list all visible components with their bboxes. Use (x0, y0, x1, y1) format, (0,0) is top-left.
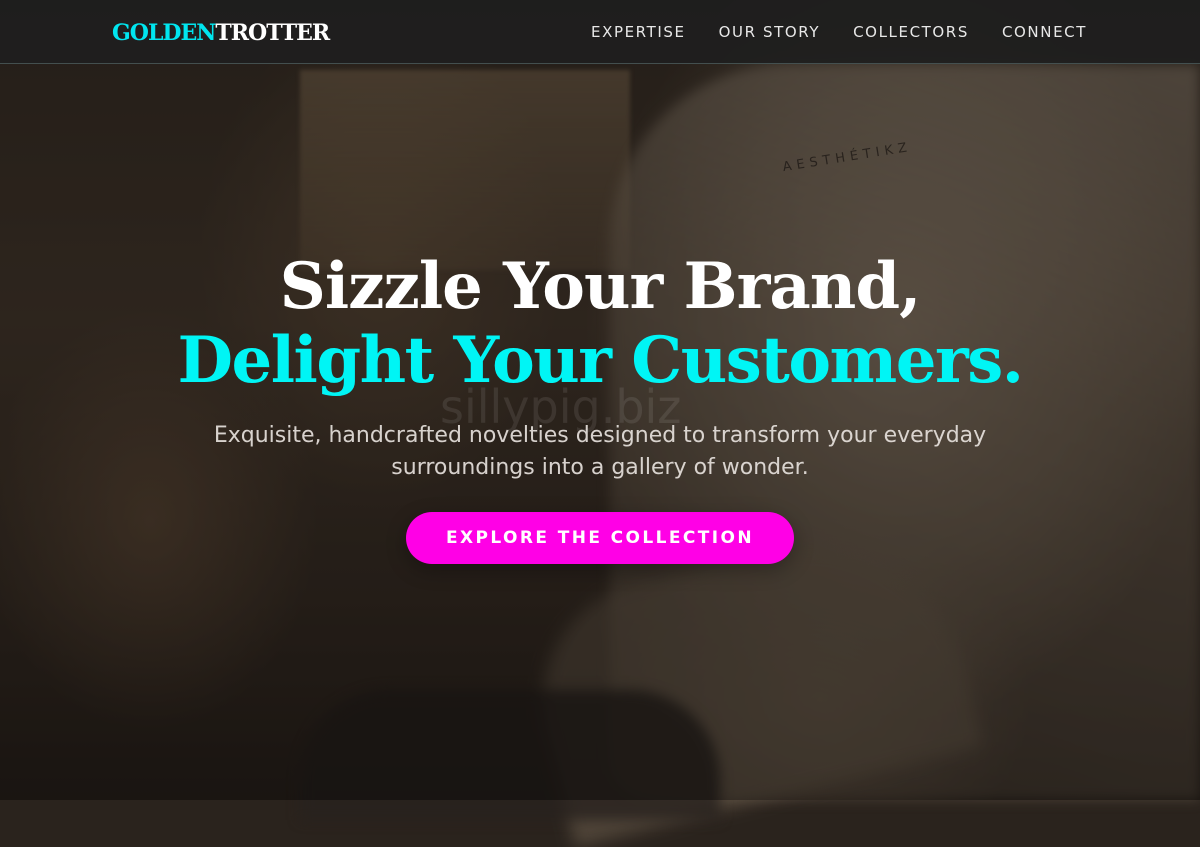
hero-headline-line2: Delight Your Customers. (177, 323, 1024, 398)
logo-golden: GOLDEN (112, 20, 216, 46)
nav-link-collectors[interactable]: COLLECTORS (853, 22, 969, 42)
hero-headline-line1: Sizzle Your Brand, (279, 249, 922, 324)
hero-subtitle: Exquisite, handcrafted novelties designe… (213, 423, 987, 480)
nav-links: EXPERTISE OUR STORY COLLECTORS CONNECT (591, 22, 1087, 42)
hero-content: Sizzle Your Brand, Delight Your Customer… (0, 250, 1200, 564)
logo[interactable]: GOLDENTROTTER (112, 19, 330, 47)
nav-link-connect[interactable]: CONNECT (1002, 22, 1087, 42)
navbar: GOLDENTROTTER EXPERTISE OUR STORY COLLEC… (0, 0, 1200, 64)
nav-link-expertise[interactable]: EXPERTISE (591, 22, 686, 42)
nav-link-our-story[interactable]: OUR STORY (719, 22, 821, 42)
logo-trotter: TROTTER (215, 20, 330, 46)
explore-collection-button[interactable]: EXPLORE THE COLLECTION (406, 512, 794, 564)
